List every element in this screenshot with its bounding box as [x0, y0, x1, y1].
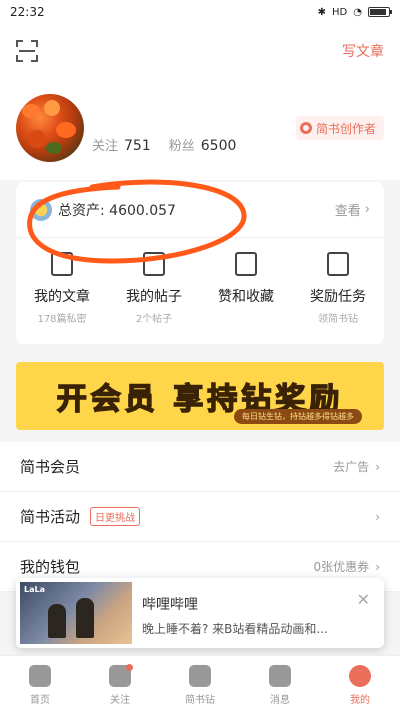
view-assets-link[interactable]: 查看	[335, 200, 361, 219]
profile-section: 关注 751 粉丝 6500 简书创作者	[0, 78, 400, 180]
shortcut-title: 奖励任务	[310, 289, 366, 305]
popup-description: 晚上睡不着? 来B站看精品动画和...	[142, 622, 328, 636]
tab-2[interactable]: 简书钻	[160, 656, 240, 711]
status-bar: 22:32 ✱ HD ◔	[0, 0, 400, 24]
total-assets-row[interactable]: 总资产: 4600.057 查看 ›	[16, 182, 384, 238]
write-article-button[interactable]: 写文章	[342, 41, 384, 61]
total-assets-label: 总资产: 4600.057	[58, 202, 176, 219]
chevron-right-icon: ›	[375, 559, 380, 574]
diamond-icon	[189, 665, 211, 687]
tab-1[interactable]: 关注	[80, 656, 160, 711]
clock: 22:32	[10, 5, 45, 19]
status-icons: ✱ HD ◔	[317, 6, 392, 18]
tab-label: 首页	[30, 695, 50, 706]
coin-icon	[30, 198, 52, 221]
chevron-right-icon: ›	[375, 509, 380, 524]
menu-list: 简书会员 去广告 › 简书活动 日更挑战 › 我的钱包 0张优惠券 ›	[0, 442, 400, 592]
tab-0[interactable]: 首页	[0, 656, 80, 711]
close-icon[interactable]: ✕	[357, 590, 370, 609]
tab-label: 我的	[350, 695, 370, 706]
popup-thumbnail: LaLa	[20, 582, 132, 644]
shortcut-subtitle: 178篇私密	[37, 314, 87, 325]
header: 写文章	[0, 24, 400, 78]
tab-label: 消息	[270, 695, 290, 706]
bluetooth-icon: ✱	[317, 6, 327, 18]
shortcut-title: 赞和收藏	[218, 289, 274, 305]
shortcut-subtitle: 领简书钻	[318, 314, 358, 325]
shortcut-subtitle	[200, 310, 292, 322]
chevron-right-icon: ›	[364, 202, 370, 217]
menu-item-label: 简书会员	[20, 458, 81, 476]
reward-task-icon	[327, 252, 349, 276]
post-icon	[143, 252, 165, 276]
article-icon	[51, 252, 73, 276]
tab-4[interactable]: 我的	[320, 656, 400, 711]
menu-item-hint: 去广告	[333, 460, 370, 474]
tab-3[interactable]: 消息	[240, 656, 320, 711]
shortcut-title: 我的文章	[34, 289, 90, 305]
battery-icon	[368, 7, 392, 17]
chevron-right-icon: ›	[375, 459, 380, 474]
menu-item-1[interactable]: 简书活动 日更挑战 ›	[0, 492, 400, 542]
tab-label: 简书钻	[185, 695, 215, 706]
avatar[interactable]	[16, 94, 84, 162]
menu-item-tag: 日更挑战	[90, 507, 141, 526]
menu-item-label: 简书活动	[20, 508, 81, 526]
signal-label: HD	[332, 6, 348, 18]
tab-label: 关注	[110, 695, 130, 706]
shortcut-1[interactable]: 我的帖子 2个帖子	[108, 252, 200, 325]
menu-item-label: 我的钱包	[20, 558, 81, 576]
shortcut-subtitle: 2个帖子	[135, 314, 173, 325]
banner-subtitle: 每日钻生钻，持钻越多得钻越多	[234, 409, 362, 424]
menu-item-hint: 0张优惠券	[313, 560, 370, 574]
shortcut-0[interactable]: 我的文章 178篇私密	[16, 252, 108, 325]
message-icon	[269, 665, 291, 687]
creator-badge[interactable]: 简书创作者	[295, 116, 384, 140]
popup-title: 哔哩哔哩	[142, 597, 198, 613]
notification-popup[interactable]: LaLa 哔哩哔哩 晚上睡不着? 来B站看精品动画和... ✕	[16, 578, 384, 648]
menu-item-0[interactable]: 简书会员 去广告 ›	[0, 442, 400, 492]
profile-icon	[349, 665, 371, 687]
home-icon	[29, 665, 51, 687]
followers-count[interactable]: 粉丝 6500	[169, 135, 237, 154]
following-count[interactable]: 关注 751	[92, 135, 151, 154]
like-collect-icon	[235, 252, 257, 276]
shortcut-title: 我的帖子	[126, 289, 182, 305]
wifi-icon: ◔	[353, 6, 362, 18]
shortcut-grid: 我的文章 178篇私密 我的帖子 2个帖子 赞和收藏 奖励任务领简书钻	[16, 252, 384, 325]
assets-card: 总资产: 4600.057 查看 › 我的文章 178篇私密 我的帖子 2个帖子 赞和收…	[16, 182, 384, 344]
membership-banner[interactable]: 开会员 享持钻奖励 每日钻生钻，持钻越多得钻越多	[16, 362, 384, 430]
follow-counts: 关注 751 粉丝 6500	[92, 135, 236, 154]
creator-icon	[299, 122, 312, 134]
shortcut-3[interactable]: 奖励任务 领简书钻	[292, 252, 384, 325]
shortcut-2[interactable]: 赞和收藏	[200, 252, 292, 322]
scan-icon[interactable]	[16, 40, 38, 62]
bottom-tab-bar: 首页 关注 简书钻 消息 我的	[0, 655, 400, 711]
notification-dot	[126, 664, 133, 671]
